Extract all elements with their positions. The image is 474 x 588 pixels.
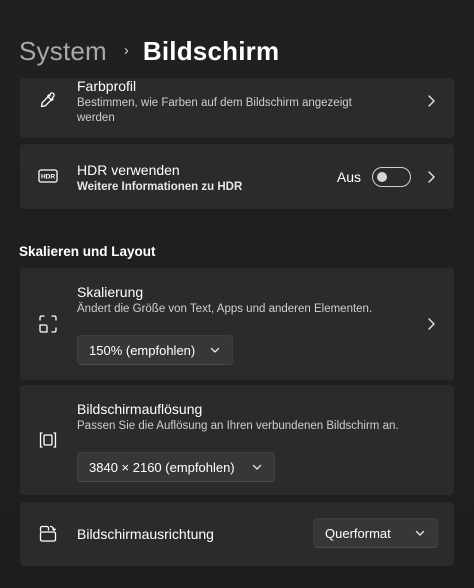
section-title: Skalieren und Layout	[19, 244, 156, 259]
hdr-card[interactable]: HDR HDR verwenden Weitere Informationen …	[20, 144, 454, 209]
scaling-dropdown[interactable]: 150% (empfohlen)	[77, 335, 233, 365]
resolution-icon	[38, 430, 58, 450]
chevron-right-icon	[428, 95, 435, 107]
color-profile-desc-line2: werden	[77, 112, 115, 124]
hdr-title: HDR verwenden	[77, 162, 180, 178]
page-title: Bildschirm	[142, 35, 280, 66]
scaling-card[interactable]: Skalierung Ändert die Größe von Text, Ap…	[20, 268, 454, 380]
scaling-desc: Ändert die Größe von Text, Apps und ande…	[77, 303, 373, 315]
scaling-selected-value: 150% (empfohlen)	[89, 342, 196, 358]
orientation-icon	[38, 524, 58, 544]
eyedropper-icon	[38, 90, 58, 110]
breadcrumb-separator-icon: ›	[123, 41, 129, 59]
scale-icon	[38, 314, 58, 334]
scaling-title: Skalierung	[77, 284, 144, 300]
resolution-selected-value: 3840 × 2160 (empfohlen)	[89, 459, 235, 475]
chevron-right-icon	[428, 318, 435, 330]
resolution-desc: Passen Sie die Auflösung an Ihren verbun…	[77, 420, 399, 432]
orientation-dropdown[interactable]: Querformat	[313, 518, 438, 548]
orientation-selected-value: Querformat	[325, 525, 391, 541]
resolution-title: Bildschirmauflösung	[77, 401, 203, 417]
color-profile-card[interactable]: Farbprofil Bestimmen, wie Farben auf dem…	[20, 78, 454, 138]
svg-text:HDR: HDR	[41, 174, 55, 181]
chevron-right-icon	[428, 171, 435, 183]
breadcrumb: System › Bildschirm	[19, 34, 279, 68]
color-profile-title: Farbprofil	[77, 78, 137, 94]
chevron-down-icon	[252, 464, 262, 470]
toggle-knob	[377, 172, 387, 182]
hdr-more-info-link[interactable]: Weitere Informationen zu HDR	[77, 179, 242, 195]
orientation-card: Bildschirmausrichtung Querformat	[20, 502, 454, 566]
resolution-dropdown[interactable]: 3840 × 2160 (empfohlen)	[77, 452, 275, 482]
breadcrumb-parent[interactable]: System	[19, 36, 107, 67]
chevron-down-icon	[415, 530, 425, 536]
hdr-icon: HDR	[38, 166, 58, 186]
hdr-toggle[interactable]	[372, 167, 411, 187]
orientation-title: Bildschirmausrichtung	[77, 526, 214, 542]
chevron-down-icon	[210, 347, 220, 353]
resolution-card: Bildschirmauflösung Passen Sie die Auflö…	[20, 385, 454, 495]
hdr-state-label: Aus	[336, 169, 361, 185]
color-profile-desc-line1: Bestimmen, wie Farben auf dem Bildschirm…	[77, 97, 352, 109]
